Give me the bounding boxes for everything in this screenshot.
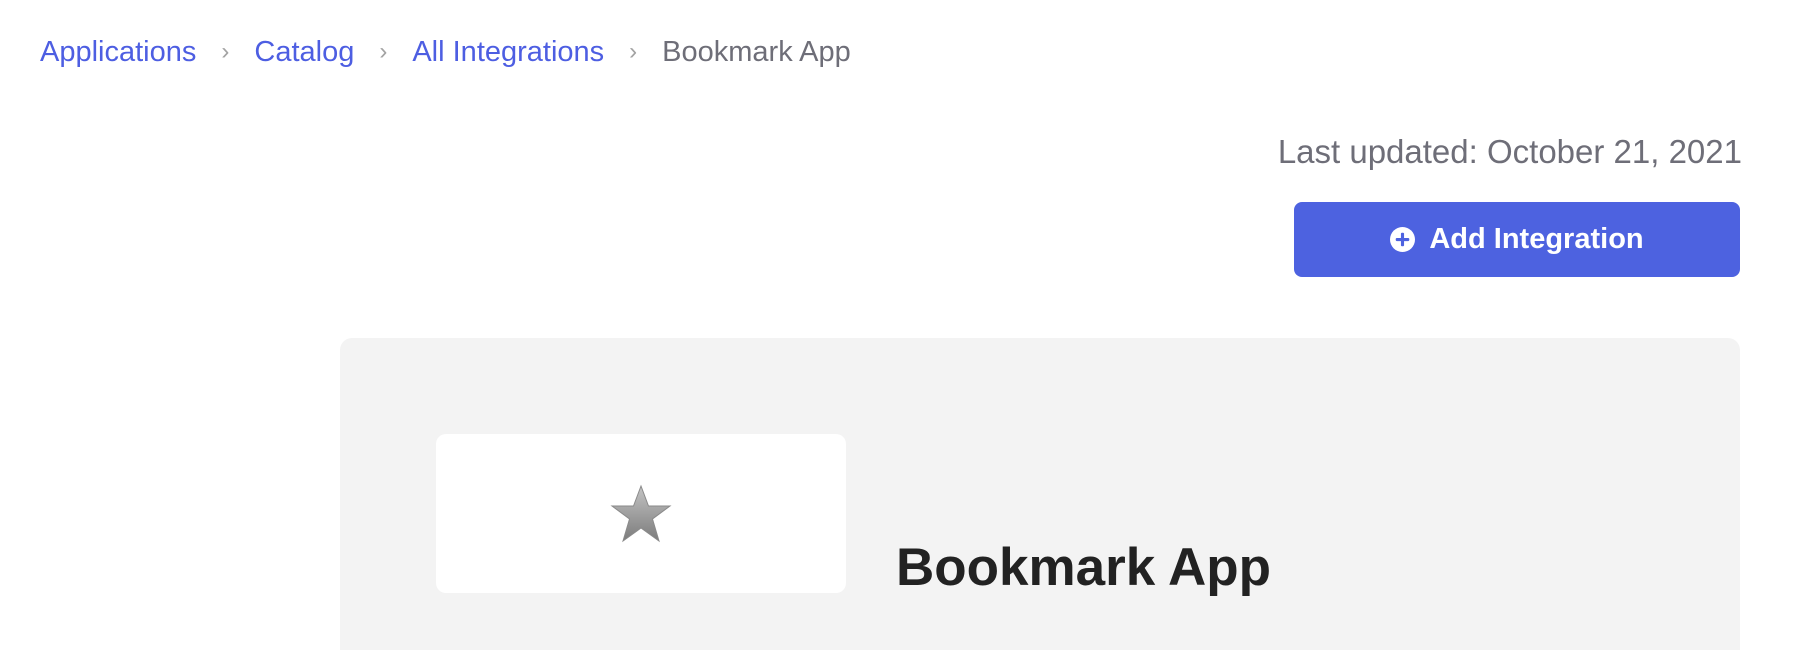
integration-detail-page: Applications › Catalog › All Integration…	[0, 0, 1812, 650]
breadcrumb: Applications › Catalog › All Integration…	[40, 34, 851, 70]
breadcrumb-link-catalog[interactable]: Catalog	[254, 34, 354, 70]
last-updated-text: Last updated: October 21, 2021	[1277, 133, 1742, 170]
add-integration-label: Add Integration	[1429, 223, 1644, 255]
breadcrumb-link-all-integrations[interactable]: All Integrations	[412, 34, 604, 70]
app-title: Bookmark App	[896, 538, 1271, 597]
breadcrumb-separator-icon: ›	[629, 38, 638, 65]
breadcrumb-link-applications[interactable]: Applications	[40, 34, 196, 70]
breadcrumb-separator-icon: ›	[221, 38, 230, 65]
add-integration-button[interactable]: Add Integration	[1294, 202, 1740, 277]
breadcrumb-current: Bookmark App	[662, 36, 851, 68]
app-header-panel: Bookmark App	[340, 338, 1740, 650]
star-icon	[610, 484, 672, 542]
breadcrumb-separator-icon: ›	[379, 38, 388, 65]
app-logo-card	[436, 434, 846, 593]
plus-circle-icon	[1390, 227, 1416, 252]
